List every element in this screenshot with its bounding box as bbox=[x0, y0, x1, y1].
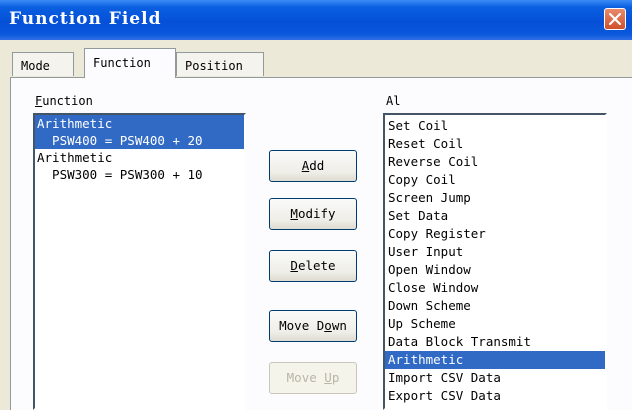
tab-function[interactable]: Function bbox=[84, 48, 176, 78]
action-list-item[interactable]: Arithmetic bbox=[385, 351, 605, 369]
function-label: Function bbox=[35, 94, 93, 108]
window-title: Function Field bbox=[9, 9, 162, 29]
action-list[interactable]: Set Coil Reset Coil Reverse Coil Copy Coil S… bbox=[383, 113, 607, 410]
action-list-item[interactable]: Up Scheme bbox=[385, 315, 605, 333]
move-down-button[interactable]: Move Down bbox=[269, 310, 357, 342]
action-list-item[interactable]: Data Block Transmit bbox=[385, 333, 605, 351]
action-list-item[interactable]: Set Coil bbox=[385, 117, 605, 135]
action-list-item[interactable]: Export CSV Data bbox=[385, 387, 605, 405]
function-item-detail: PSW400 = PSW400 + 20 bbox=[37, 133, 203, 148]
action-list-item[interactable]: Close Window bbox=[385, 279, 605, 297]
title-bar: Function Field bbox=[0, 0, 632, 40]
delete-button[interactable]: Delete bbox=[269, 250, 357, 282]
tab-position[interactable]: Position bbox=[176, 52, 264, 76]
close-icon bbox=[609, 13, 621, 25]
function-list-item[interactable]: Arithmetic PSW400 = PSW400 + 20 bbox=[35, 115, 244, 149]
action-list-item[interactable]: Copy Coil bbox=[385, 171, 605, 189]
close-button[interactable] bbox=[604, 8, 626, 30]
action-list-item[interactable]: Reset Coil bbox=[385, 135, 605, 153]
function-field-dialog: Function Field Mode Function Position Fu… bbox=[0, 0, 632, 410]
action-list-item[interactable]: Import CSV Data bbox=[385, 369, 605, 387]
add-button[interactable]: Add bbox=[269, 150, 357, 182]
modify-button[interactable]: Modify bbox=[269, 198, 357, 230]
function-item-detail: PSW300 = PSW300 + 10 bbox=[37, 167, 203, 182]
move-up-button[interactable]: Move Up bbox=[269, 362, 357, 394]
action-list-item[interactable]: Down Scheme bbox=[385, 297, 605, 315]
tab-mode[interactable]: Mode bbox=[12, 52, 74, 76]
action-list-item[interactable]: User Input bbox=[385, 243, 605, 261]
action-group-label: Al bbox=[386, 94, 401, 108]
action-list-item[interactable]: Reverse Coil bbox=[385, 153, 605, 171]
action-list-item[interactable]: Open Window bbox=[385, 261, 605, 279]
function-list[interactable]: Arithmetic PSW400 = PSW400 + 20 Arithmeti… bbox=[33, 113, 246, 410]
function-item-name: Arithmetic bbox=[37, 116, 113, 131]
action-list-item[interactable]: Copy Register bbox=[385, 225, 605, 243]
action-list-item[interactable]: Screen Jump bbox=[385, 189, 605, 207]
function-item-name: Arithmetic bbox=[37, 150, 113, 165]
function-list-item[interactable]: Arithmetic PSW300 = PSW300 + 10 bbox=[35, 149, 244, 183]
action-list-item[interactable]: Set Data bbox=[385, 207, 605, 225]
